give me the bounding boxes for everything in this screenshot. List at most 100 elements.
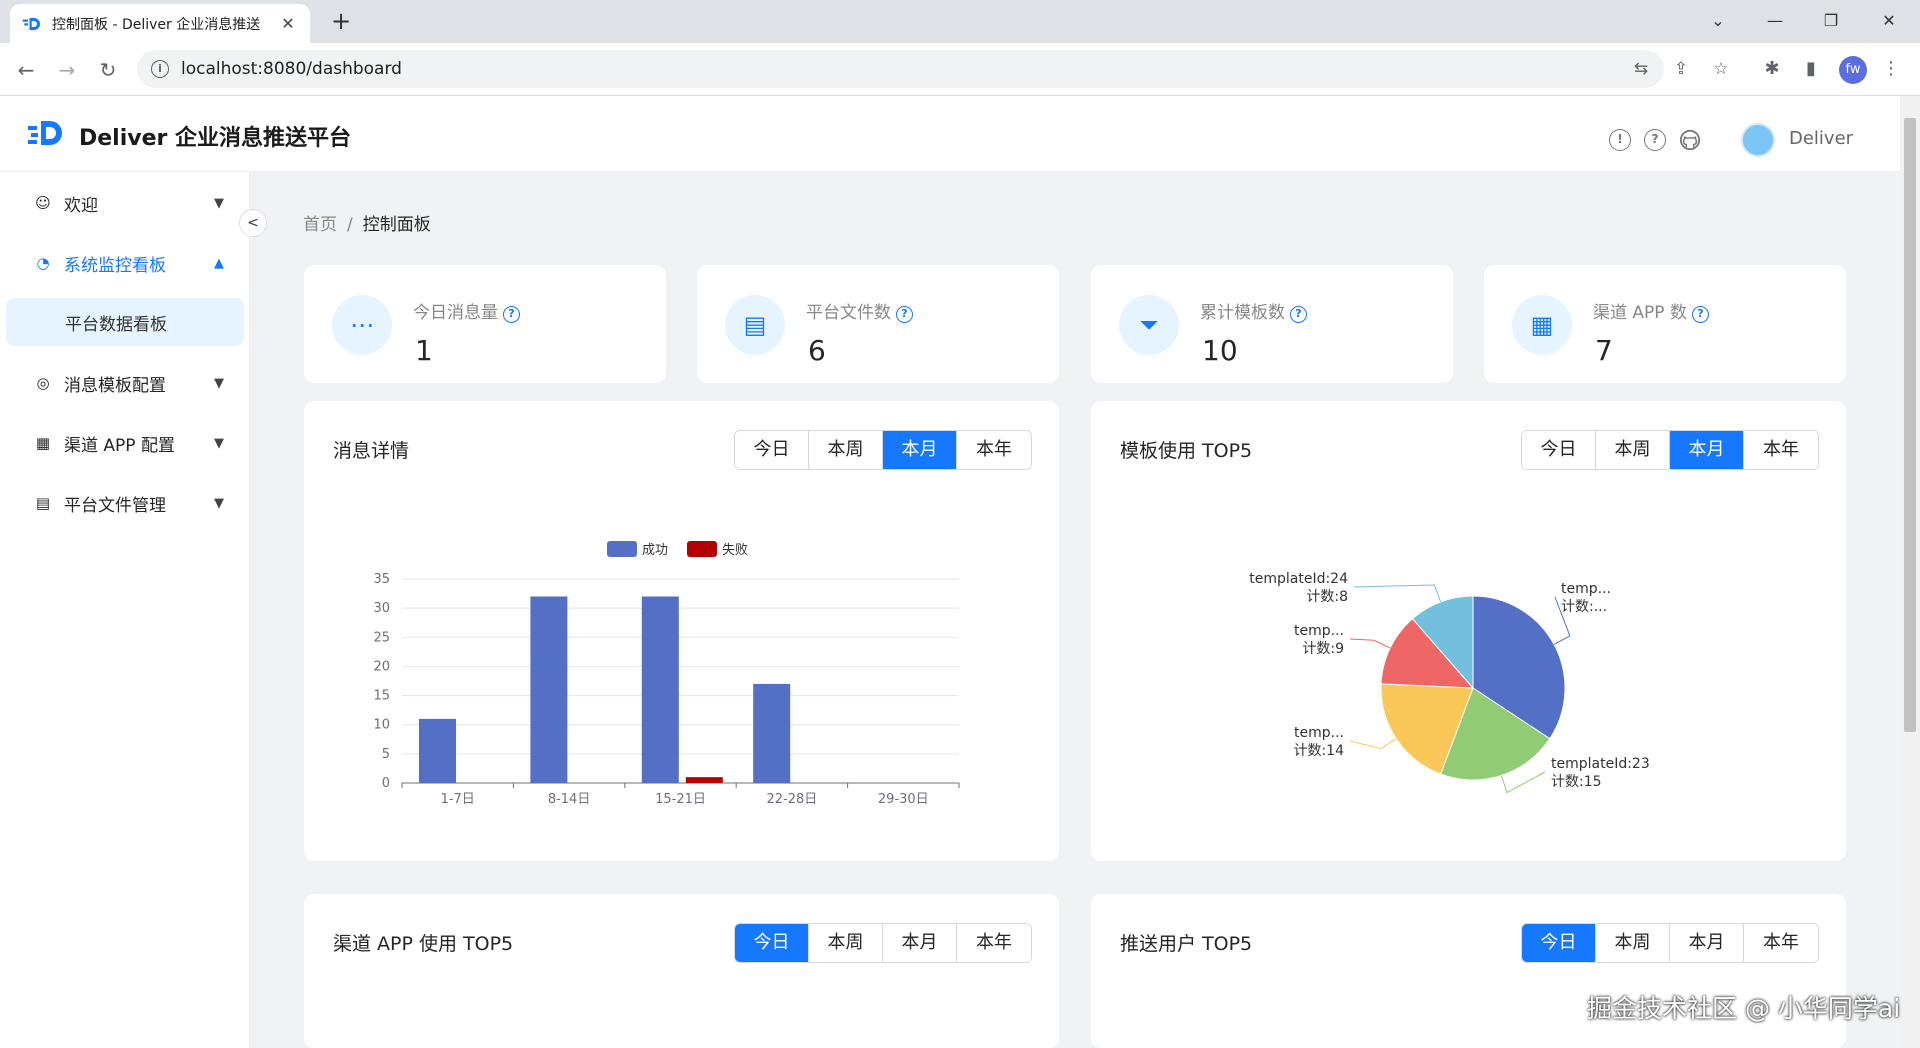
y-tick-label: 25 [373, 630, 390, 645]
stat-label-text: 渠道 APP 数 [1593, 303, 1687, 323]
segment-week[interactable]: 本周 [1596, 924, 1670, 962]
time-range-segmented: 今日 本周 本月 本年 [734, 923, 1032, 963]
help-circle-icon[interactable]: ? [1644, 129, 1666, 151]
sidebar-item-monitor[interactable]: ◔ 系统监控看板 ▲ [0, 238, 250, 288]
stat-card-templates: ⏷ 累计模板数? 10 [1091, 265, 1453, 383]
sidebar-item-label: 欢迎 [64, 195, 98, 216]
legend-swatch [687, 541, 717, 557]
stat-value: 10 [1202, 334, 1238, 367]
segment-year[interactable]: 本年 [1744, 924, 1818, 962]
legend-swatch [607, 541, 637, 557]
file-icon: ▤ [725, 295, 785, 355]
appstore-icon: ▦ [35, 434, 51, 452]
question-icon[interactable]: ? [503, 306, 520, 323]
forward-icon[interactable]: → [51, 54, 83, 86]
breadcrumb-home[interactable]: 首页 [303, 215, 337, 235]
time-range-segmented: 今日 本周 本月 本年 [1521, 430, 1819, 470]
segment-week[interactable]: 本周 [1596, 431, 1670, 469]
x-tick-label: 8-14日 [548, 792, 591, 807]
user-avatar[interactable] [1741, 123, 1775, 157]
browser-tab[interactable]: 控制面板 - Deliver 企业消息推送 ✕ [10, 4, 310, 43]
translate-icon[interactable]: ⇆ [1631, 59, 1651, 79]
back-icon[interactable]: ← [10, 54, 42, 86]
stat-label: 平台文件数? [806, 298, 913, 323]
app-title: Deliver 企业消息推送平台 [79, 126, 352, 151]
pie-count-label: 计数:... [1561, 599, 1607, 615]
segment-today[interactable]: 今日 [1522, 431, 1596, 469]
panel-template-top5: 模板使用 TOP5 今日 本周 本月 本年 temp... 计数:... templ… [1091, 401, 1846, 861]
reload-icon[interactable]: ↻ [92, 54, 124, 86]
stat-label-text: 平台文件数 [806, 303, 891, 323]
breadcrumb-separator: / [347, 215, 353, 235]
browser-menu-icon[interactable]: ⋮ [1878, 56, 1904, 82]
stat-label: 累计模板数? [1200, 298, 1307, 323]
segment-month[interactable]: 本月 [883, 431, 957, 469]
stat-label-text: 今日消息量 [413, 303, 498, 323]
extensions-icon[interactable]: ✱ [1759, 56, 1785, 82]
segment-today[interactable]: 今日 [735, 431, 809, 469]
minimize-icon[interactable]: — [1752, 6, 1798, 36]
sidebar-item-welcome[interactable]: ☺ 欢迎 ▼ [0, 178, 250, 228]
tab-close-icon[interactable]: ✕ [278, 14, 298, 33]
panel-title: 消息详情 [333, 440, 410, 462]
profile-avatar[interactable]: fw [1839, 56, 1867, 84]
file-icon: ▤ [35, 494, 51, 512]
breadcrumb-current: 控制面板 [362, 215, 431, 235]
chevron-down-icon: ▼ [214, 375, 224, 391]
legend-label: 成功 [642, 543, 668, 558]
template-pie-chart: temp... 计数:... templateId:23 计数:15 temp... 计数… [1249, 571, 1650, 794]
info-circle-icon[interactable]: ! [1609, 129, 1631, 151]
segment-today[interactable]: 今日 [735, 924, 809, 962]
window-close-icon[interactable]: ✕ [1866, 6, 1912, 36]
appstore-icon: ▦ [1512, 295, 1572, 355]
stat-card-channel-apps: ▦ 渠道 APP 数? 7 [1484, 265, 1846, 383]
segment-week[interactable]: 本周 [809, 431, 883, 469]
url-input[interactable]: i localhost:8080/dashboard ⇆ ⇪ ☆ [137, 50, 1729, 88]
question-icon[interactable]: ? [1290, 306, 1307, 323]
segment-year[interactable]: 本年 [1744, 431, 1818, 469]
segment-month[interactable]: 本月 [1670, 924, 1744, 962]
x-tick-label: 29-30日 [878, 792, 929, 807]
side-panel-icon[interactable]: ▮ [1798, 56, 1824, 82]
collapse-sidebar-button[interactable]: < [239, 209, 267, 237]
address-bar: ← → ↻ i localhost:8080/dashboard ⇆ ⇪ ☆ ✱… [0, 43, 1920, 96]
new-tab-icon[interactable]: + [326, 8, 356, 36]
segment-month[interactable]: 本月 [883, 924, 957, 962]
sidebar-item-platform-data[interactable]: 平台数据看板 [6, 298, 244, 346]
pie-count-label: 计数:9 [1302, 641, 1344, 657]
segment-today[interactable]: 今日 [1522, 924, 1596, 962]
page-scrollbar[interactable] [1900, 96, 1920, 1048]
pie-count-label: 计数:8 [1306, 589, 1348, 605]
filter-icon: ⏷ [1119, 295, 1179, 355]
scrollbar-thumb[interactable] [1904, 118, 1916, 732]
question-icon[interactable]: ? [896, 306, 913, 323]
username[interactable]: Deliver [1789, 128, 1853, 149]
question-icon[interactable]: ? [1691, 306, 1709, 323]
github-icon[interactable] [1679, 129, 1701, 151]
y-tick-label: 20 [373, 659, 390, 674]
tab-title: 控制面板 - Deliver 企业消息推送 [52, 16, 261, 33]
segment-week[interactable]: 本周 [809, 924, 883, 962]
pie-label: temp... [1294, 725, 1344, 741]
sidebar-item-templates[interactable]: ◎ 消息模板配置 ▼ [0, 358, 250, 408]
sidebar-item-channel-app[interactable]: ▦ 渠道 APP 配置 ▼ [0, 418, 250, 468]
tab-search-icon[interactable]: ⌄ [1695, 6, 1741, 36]
y-tick-label: 0 [382, 776, 390, 791]
pie-count-label: 计数:15 [1551, 774, 1602, 790]
segment-year[interactable]: 本年 [957, 431, 1031, 469]
segment-month[interactable]: 本月 [1670, 431, 1744, 469]
sidebar-item-label: 消息模板配置 [64, 375, 166, 396]
segment-year[interactable]: 本年 [957, 924, 1031, 962]
restore-icon[interactable]: ❐ [1808, 6, 1854, 36]
stat-label-text: 累计模板数 [1200, 303, 1285, 323]
sidebar-item-files[interactable]: ▤ 平台文件管理 ▼ [0, 478, 250, 528]
message-icon: ⋯ [332, 295, 392, 355]
share-icon[interactable]: ⇪ [1671, 59, 1691, 79]
panel-title: 渠道 APP 使用 TOP5 [333, 933, 514, 955]
site-info-icon[interactable]: i [151, 60, 169, 78]
deliver-logo-icon [28, 121, 62, 145]
message-icon: ◎ [36, 374, 50, 392]
bookmark-star-icon[interactable]: ☆ [1711, 59, 1731, 79]
panel-message-detail: 消息详情 今日 本周 本月 本年 0 5 10 15 20 25 30 35 1-7日 8-14日… [304, 401, 1059, 861]
stat-label: 渠道 APP 数? [1593, 298, 1709, 323]
